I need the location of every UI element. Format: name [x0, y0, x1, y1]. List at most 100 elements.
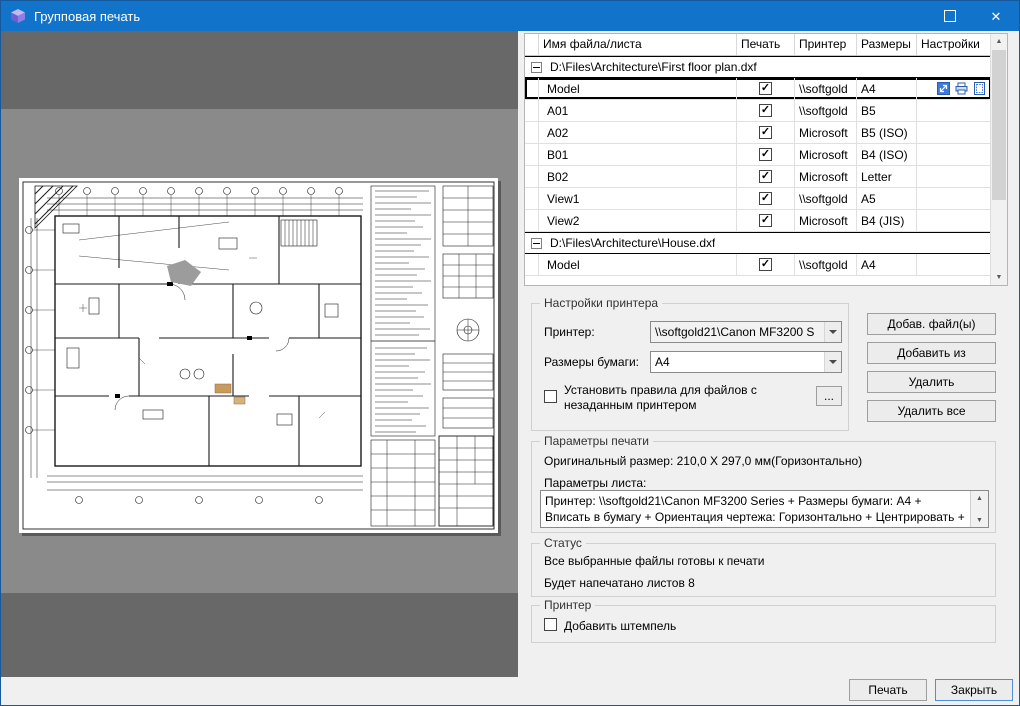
- status-group: Статус Все выбранные файлы готовы к печа…: [531, 543, 996, 597]
- params-scrollbar[interactable]: ▲ ▼: [970, 491, 988, 527]
- print-cell: ✓: [737, 254, 795, 275]
- column-header[interactable]: Имя файла/листа: [539, 34, 737, 55]
- print-cell: ✓: [737, 166, 795, 187]
- printer-settings-title: Настройки принтера: [540, 296, 662, 310]
- grid-scrollbar[interactable]: ▲ ▼: [990, 34, 1007, 285]
- print-checkbox[interactable]: ✓: [759, 126, 772, 139]
- tree-indent: [525, 254, 539, 275]
- print-button[interactable]: Печать: [849, 679, 927, 701]
- print-checkbox[interactable]: ✓: [759, 258, 772, 271]
- sheet-name-cell: A01: [539, 100, 737, 121]
- group-file-path: D:\Files\Architecture\House.dxf: [550, 236, 715, 250]
- paper-size-cell: A4: [857, 78, 917, 99]
- settings-cell: [917, 144, 991, 165]
- stamp-checkbox[interactable]: [544, 618, 557, 631]
- printer-combobox-value: \\softgold21\Canon MF3200 S: [651, 322, 824, 342]
- status-line1: Все выбранные файлы готовы к печати: [544, 554, 764, 568]
- scroll-down-icon[interactable]: ▼: [991, 270, 1007, 285]
- close-icon: ✕: [991, 10, 1002, 23]
- column-header[interactable]: Настройки: [917, 34, 991, 55]
- column-header[interactable]: Размеры: [857, 34, 917, 55]
- scroll-up-icon[interactable]: ▲: [991, 34, 1007, 49]
- settings-cell: [917, 254, 991, 275]
- print-checkbox[interactable]: ✓: [759, 148, 772, 161]
- print-cell: ✓: [737, 78, 795, 99]
- tree-column-header: [525, 34, 539, 55]
- close-button[interactable]: ✕: [973, 1, 1019, 31]
- printer-stamp-title: Принтер: [540, 598, 595, 612]
- original-size-text: Оригинальный размер: 210,0 X 297,0 мм(Го…: [544, 454, 862, 468]
- settings-cell: [917, 188, 991, 209]
- sheet-row[interactable]: B02 ✓ MicrosoftLetter: [525, 166, 991, 188]
- maximize-icon: [944, 10, 956, 22]
- print-checkbox[interactable]: ✓: [759, 214, 772, 227]
- print-cell: ✓: [737, 188, 795, 209]
- file-grid: Имя файла/листаПечатьПринтерРазмерыНастр…: [524, 33, 1008, 286]
- collapse-icon[interactable]: [531, 238, 542, 249]
- paper-size-cell: Letter: [857, 166, 917, 187]
- paper-size-combobox[interactable]: A4: [650, 351, 842, 373]
- rule-checkbox-label[interactable]: Установить правила для файлов с незаданн…: [564, 383, 796, 413]
- file-grid-rows: D:\Files\Architecture\First floor plan.d…: [525, 56, 991, 276]
- browse-button[interactable]: ...: [816, 386, 842, 406]
- paper-size-label: Размеры бумаги:: [544, 355, 639, 369]
- printer-icon[interactable]: [955, 82, 968, 95]
- file-group-row[interactable]: D:\Files\Architecture\House.dxf: [525, 232, 991, 254]
- file-grid-header: Имя файла/листаПечатьПринтерРазмерыНастр…: [525, 34, 991, 56]
- sheet-row[interactable]: A01✓\\softgoldB5: [525, 100, 991, 122]
- page-frame-icon[interactable]: [973, 82, 986, 95]
- tree-indent: [525, 122, 539, 143]
- scroll-thumb[interactable]: [992, 50, 1006, 200]
- sheet-name-cell: Model: [539, 254, 737, 275]
- preview-sheet: [19, 178, 498, 533]
- column-header[interactable]: Принтер: [795, 34, 857, 55]
- paper-size-cell: B4 (JIS): [857, 210, 917, 231]
- sheet-row[interactable]: View2✓MicrosoftB4 (JIS): [525, 210, 991, 232]
- sheet-name-cell: View2: [539, 210, 737, 231]
- column-header[interactable]: Печать: [737, 34, 795, 55]
- print-cell: ✓: [737, 210, 795, 231]
- sheet-params-box[interactable]: Принтер: \\softgold21\Canon MF3200 Serie…: [540, 490, 989, 528]
- print-checkbox[interactable]: ✓: [759, 192, 772, 205]
- tree-indent: [525, 100, 539, 121]
- printer-cell: Microsoft: [795, 166, 857, 187]
- close-dialog-button[interactable]: Закрыть: [935, 679, 1013, 701]
- print-cell: ✓: [737, 122, 795, 143]
- paper-size-cell: A5: [857, 188, 917, 209]
- sheet-row[interactable]: B01✓MicrosoftB4 (ISO): [525, 144, 991, 166]
- print-checkbox[interactable]: ✓: [759, 170, 772, 183]
- remove-all-button[interactable]: Удалить все: [867, 400, 996, 422]
- collapse-icon[interactable]: [531, 62, 542, 73]
- sheet-params-label: Параметры листа:: [544, 476, 646, 490]
- printer-label: Принтер:: [544, 325, 595, 339]
- maximize-button[interactable]: [927, 1, 973, 31]
- settings-cell: [917, 100, 991, 121]
- sheet-row[interactable]: Model✓\\softgoldA4: [525, 78, 991, 100]
- printer-cell: \\softgold: [795, 78, 857, 99]
- sheet-row[interactable]: A02✓MicrosoftB5 (ISO): [525, 122, 991, 144]
- print-cell: ✓: [737, 100, 795, 121]
- file-group-row[interactable]: D:\Files\Architecture\First floor plan.d…: [525, 56, 991, 78]
- params-scroll-up-icon[interactable]: ▲: [971, 491, 988, 505]
- print-checkbox[interactable]: ✓: [759, 82, 772, 95]
- app-icon: [10, 8, 26, 24]
- sheet-row[interactable]: Model✓\\softgoldA4: [525, 254, 991, 276]
- add-from-button[interactable]: Добавить из: [867, 342, 996, 364]
- rule-checkbox[interactable]: [544, 390, 557, 403]
- print-checkbox[interactable]: ✓: [759, 104, 772, 117]
- params-scroll-down-icon[interactable]: ▼: [971, 513, 988, 527]
- printer-combobox[interactable]: \\softgold21\Canon MF3200 S: [650, 321, 842, 343]
- tree-indent: [525, 166, 539, 187]
- sheet-name-cell: A02: [539, 122, 737, 143]
- settings-cell: [917, 166, 991, 187]
- printer-cell: Microsoft: [795, 144, 857, 165]
- add-files-button[interactable]: Добав. файл(ы): [867, 313, 996, 335]
- status-title: Статус: [540, 536, 586, 550]
- sheet-row[interactable]: View1✓\\softgoldA5: [525, 188, 991, 210]
- scale-icon[interactable]: [937, 82, 950, 95]
- sheet-name-cell: B02: [539, 166, 737, 187]
- paper-size-cell: A4: [857, 254, 917, 275]
- settings-cell: [917, 78, 991, 99]
- stamp-checkbox-label[interactable]: Добавить штемпель: [564, 619, 676, 633]
- remove-button[interactable]: Удалить: [867, 371, 996, 393]
